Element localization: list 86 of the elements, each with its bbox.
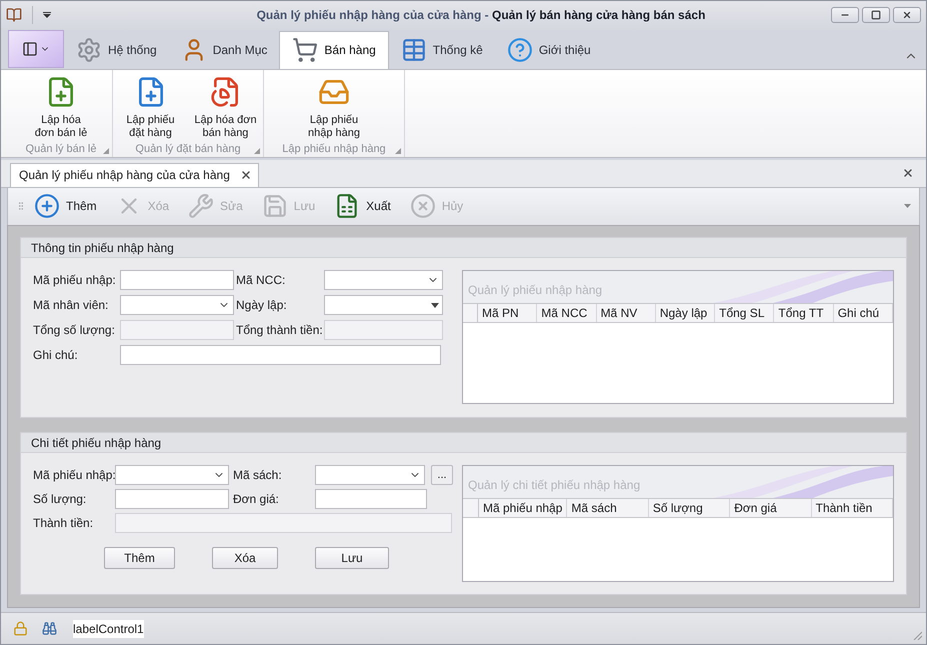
cart-icon: [292, 37, 318, 64]
column-header[interactable]: Ghi chú: [834, 304, 893, 322]
field-label: Số lượng:: [33, 491, 88, 508]
launcher-icon[interactable]: [395, 148, 401, 154]
ribbon-button[interactable]: Lập phiếu đặt hàng: [113, 70, 188, 141]
maximize-icon: [871, 10, 881, 20]
wrench-icon: [188, 193, 214, 220]
launcher-icon[interactable]: [103, 148, 109, 154]
ribbon-tab[interactable]: Giới thiệu: [494, 30, 603, 69]
column-header[interactable]: Mã PN: [478, 304, 538, 322]
close-icon[interactable]: [240, 169, 252, 182]
books-icon: [6, 7, 22, 24]
panel-icon: [22, 40, 38, 57]
dropdown-field[interactable]: [324, 295, 443, 316]
column-header[interactable]: Mã phiếu nhập: [479, 499, 568, 518]
launcher-icon[interactable]: [254, 148, 260, 154]
plus-icon: [34, 193, 60, 220]
column-header[interactable]: Số lượng: [648, 499, 730, 518]
panel-title: Thông tin phiếu nhập hàng: [31, 240, 174, 257]
browse-button[interactable]: ...: [431, 465, 453, 486]
lock-icon[interactable]: [13, 621, 28, 636]
cancel-icon: [410, 193, 436, 220]
input-field[interactable]: [324, 320, 443, 340]
input-field[interactable]: [115, 513, 452, 534]
ribbon-tab[interactable]: Bán hàng: [279, 30, 389, 69]
toolbar-button[interactable]: Xuất: [334, 193, 391, 220]
ribbon-button[interactable]: Lập hóa đơn bán lẻ: [10, 70, 112, 141]
quick-access-caret-icon[interactable]: [43, 12, 51, 18]
gear-icon: [76, 36, 102, 63]
form-button[interactable]: Xóa: [212, 547, 278, 570]
dropdown-field[interactable]: [115, 465, 229, 486]
column-header[interactable]: Thành tiền: [812, 499, 894, 518]
input-field[interactable]: [120, 320, 234, 340]
save-icon: [262, 193, 288, 220]
close-icon: [902, 10, 912, 20]
form-button[interactable]: Lưu: [315, 547, 389, 570]
table-icon: [400, 36, 427, 63]
document-tab[interactable]: Quản lý phiếu nhập hàng của cửa hàng: [10, 162, 259, 187]
column-header[interactable]: Tổng TT: [774, 304, 834, 322]
resize-grip-icon[interactable]: [912, 630, 922, 640]
ribbon-button[interactable]: Lập phiếu nhập hàng: [264, 70, 404, 141]
window-title: Quản lý phiếu nhập hàng của cửa hàng - Quản lý bán hàng cửa hàng bán sách: [256, 7, 706, 24]
column-header[interactable]: Mã sách: [567, 499, 649, 518]
column-header[interactable]: Tổng SL: [715, 304, 774, 322]
field-label: Mã phiếu nhập:: [33, 272, 117, 290]
caret-icon: [431, 302, 439, 308]
input-field[interactable]: [115, 489, 229, 510]
field-label: Tổng thành tiền:: [236, 322, 322, 340]
application-menu-button[interactable]: [8, 30, 64, 68]
input-field[interactable]: [120, 270, 234, 290]
form-button[interactable]: Thêm: [104, 547, 175, 570]
column-header[interactable]: Đơn giá: [730, 499, 812, 518]
dropdown-field[interactable]: [324, 270, 443, 290]
field-label: Mã nhân viên:: [33, 297, 110, 314]
field-label: Tổng số lượng:: [33, 322, 116, 340]
field-label: Ghi chú:: [33, 347, 79, 364]
field-label: Mã NCC:: [236, 272, 286, 290]
column-header[interactable]: Mã NV: [596, 304, 656, 322]
question-icon: [506, 36, 533, 63]
grid-caption: Quản lý phiếu nhập hàng: [467, 282, 602, 300]
input-field[interactable]: [315, 489, 427, 510]
dropdown-field[interactable]: [120, 295, 234, 316]
toolbar-caret-icon[interactable]: [904, 204, 911, 208]
close-button[interactable]: [893, 7, 921, 24]
ribbon-tab[interactable]: Thống kê: [388, 30, 495, 69]
group-label: Lập phiếu nhập hàng: [282, 142, 386, 157]
ribbon-tab[interactable]: Danh Mục: [168, 30, 280, 69]
column-header[interactable]: Mã NCC: [537, 304, 597, 322]
close-icon[interactable]: [902, 166, 914, 179]
binoculars-icon[interactable]: [42, 621, 57, 636]
maximize-button[interactable]: [862, 7, 890, 24]
status-label: labelControl1: [73, 620, 144, 638]
ribbon-button[interactable]: Lập hóa đơn bán hàng: [188, 70, 263, 141]
field-label: Thành tiền:: [33, 515, 94, 532]
group-label: Quản lý bán lẻ: [26, 142, 96, 157]
input-field[interactable]: [120, 345, 441, 366]
field-label: Mã sách:: [233, 467, 283, 484]
panel-title: Chi tiết phiếu nhập hàng: [31, 434, 162, 452]
group-label: Quản lý đặt bán hàng: [135, 142, 241, 157]
dropdown-field[interactable]: [315, 465, 425, 486]
field-label: Ngày lập:: [236, 297, 288, 314]
grid-caption: Quản lý chi tiết phiếu nhập hàng: [467, 477, 640, 494]
ribbon-tab[interactable]: Hệ thống: [64, 30, 169, 69]
toolbar-button[interactable]: Thêm: [34, 193, 97, 220]
field-label: Đơn giá:: [233, 491, 280, 508]
column-header[interactable]: Ngày lập: [656, 304, 716, 322]
